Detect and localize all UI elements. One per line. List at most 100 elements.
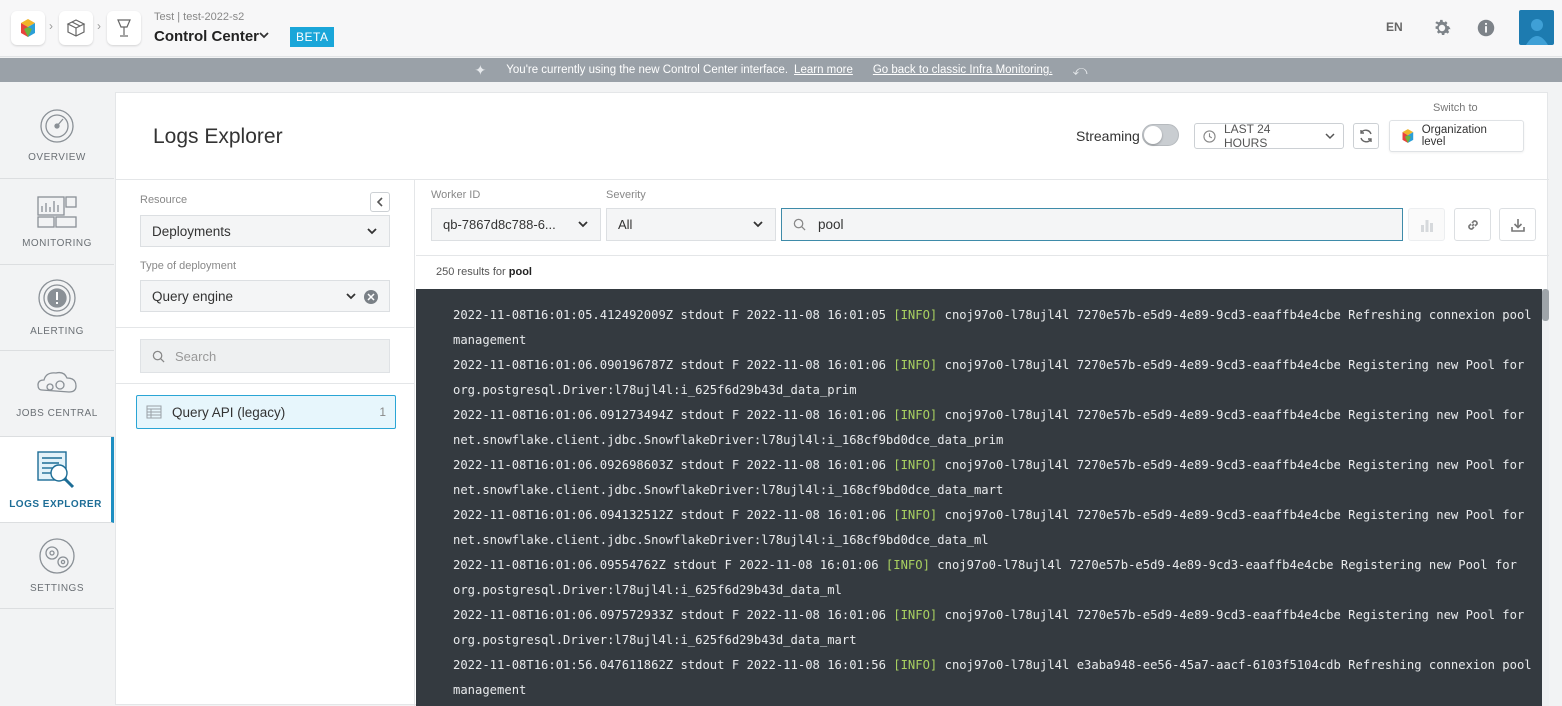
log-text: 2022-11-08T16:01:06.097572933Z stdout F … (453, 608, 894, 622)
severity-value: All (618, 217, 633, 232)
refresh-button[interactable] (1353, 123, 1379, 149)
resource-select[interactable]: Deployments (140, 215, 390, 247)
log-query-input[interactable]: pool (781, 208, 1403, 241)
classic-monitoring-link[interactable]: Go back to classic Infra Monitoring. (873, 64, 1053, 76)
scrollbar[interactable] (1542, 289, 1549, 706)
collapse-panel-button[interactable] (370, 192, 390, 212)
log-line: net.snowflake.client.jdbc.SnowflakeDrive… (453, 528, 1542, 553)
dataiku-logo-button[interactable] (11, 11, 45, 45)
log-text: net.snowflake.client.jdbc.SnowflakeDrive… (453, 483, 1004, 497)
log-viewer[interactable]: 2022-11-08T16:01:05.412492009Z stdout F … (416, 289, 1542, 706)
link-icon (1467, 219, 1478, 230)
learn-more-link[interactable]: Learn more (794, 64, 853, 76)
app-title[interactable]: Control Center (154, 28, 259, 45)
list-item[interactable]: Query API (legacy) 1 (136, 395, 396, 429)
resource-value: Deployments (152, 223, 231, 239)
streaming-label: Streaming (1076, 128, 1140, 144)
worker-id-select[interactable]: qb-7867d8c788-6... (431, 208, 601, 241)
sidebar-item-alerting[interactable]: ALERTING (0, 265, 114, 351)
project-cube-button[interactable] (59, 11, 93, 45)
copy-link-button[interactable] (1454, 208, 1491, 241)
organization-level-button[interactable]: Organization level (1389, 120, 1524, 152)
worker-id-value: qb-7867d8c788-6... (443, 217, 556, 232)
project-subtitle: Test | test-2022-s2 (154, 11, 245, 23)
chevron-down-icon[interactable] (258, 31, 270, 41)
severity-select[interactable]: All (606, 208, 776, 241)
log-query-value: pool (818, 217, 844, 232)
cube-icon (66, 19, 86, 37)
log-level: [INFO] (893, 658, 938, 672)
streaming-toggle[interactable] (1142, 124, 1179, 146)
resource-label: Resource (140, 194, 188, 206)
sidebar-item-monitoring[interactable]: MONITORING (0, 179, 114, 265)
sidebar-item-logs-explorer[interactable]: LOGS EXPLORER (0, 437, 114, 523)
breadcrumb-separator: › (97, 19, 101, 33)
log-text: management (453, 333, 527, 347)
info-icon[interactable] (1475, 17, 1497, 39)
logs-icon (36, 451, 74, 489)
top-bar: › › Test | test-2022-s2 Control Center B… (0, 0, 1562, 57)
sidebar-item-label: OVERVIEW (28, 151, 86, 163)
log-text: 2022-11-08T16:01:06.091273494Z stdout F … (453, 408, 894, 422)
search-icon (152, 350, 165, 363)
download-button[interactable] (1499, 208, 1536, 241)
log-text: 2022-11-08T16:01:05.412492009Z stdout F … (453, 308, 894, 322)
list-item-count: 1 (379, 405, 386, 419)
clock-icon (1203, 129, 1216, 143)
lamp-icon (117, 19, 131, 37)
avatar[interactable] (1519, 10, 1554, 45)
clear-icon[interactable] (364, 290, 378, 304)
control-center-button[interactable] (107, 11, 141, 45)
scrollbar-thumb[interactable] (1542, 289, 1549, 321)
deployment-type-label: Type of deployment (140, 260, 237, 272)
interface-banner: ✦ You're currently using the new Control… (0, 58, 1562, 82)
log-text: org.postgresql.Driver:l78ujl4l:i_625f6d2… (453, 633, 857, 647)
chevron-down-icon (753, 221, 763, 228)
back-arrow-icon: ⤺ (1072, 61, 1088, 78)
time-range-label: LAST 24 HOURS (1223, 122, 1271, 150)
refresh-icon (1360, 129, 1372, 143)
log-line: 2022-11-08T16:01:06.094132512Z stdout F … (453, 503, 1542, 528)
time-range-select[interactable]: LAST 24 HOURS (1194, 122, 1344, 150)
log-level: [INFO] (893, 308, 938, 322)
log-text: 2022-11-08T16:01:06.094132512Z stdout F … (453, 508, 894, 522)
log-level: [INFO] (893, 608, 938, 622)
organization-level-label: Organization level (1421, 124, 1487, 148)
log-text: cnoj97o0-l78ujl4l 7270e57b-e5d9-4e89-9cd… (937, 608, 1525, 622)
chevron-left-icon (376, 197, 383, 207)
sidebar-item-settings[interactable]: SETTINGS (0, 523, 114, 609)
banner-message: You're currently using the new Control C… (506, 64, 789, 76)
log-text: 2022-11-08T16:01:06.092698603Z stdout F … (453, 458, 894, 472)
search-input[interactable]: Search (140, 339, 390, 373)
log-text: org.postgresql.Driver:l78ujl4l:i_625f6d2… (453, 383, 857, 397)
download-icon (1510, 218, 1525, 232)
log-line: 2022-11-08T16:01:06.090196787Z stdout F … (453, 353, 1542, 378)
severity-label: Severity (606, 189, 646, 201)
divider (116, 327, 415, 328)
main-panel: Logs Explorer Streaming LAST 24 HOURS Sw… (115, 92, 1549, 706)
language-selector[interactable]: EN (1386, 20, 1403, 34)
log-text: cnoj97o0-l78ujl4l 7270e57b-e5d9-4e89-9cd… (937, 308, 1532, 322)
dataiku-logo-icon (1402, 129, 1414, 143)
log-text: net.snowflake.client.jdbc.SnowflakeDrive… (453, 533, 989, 547)
breadcrumb-separator: › (49, 19, 53, 33)
deployment-type-select[interactable]: Query engine (140, 280, 390, 312)
log-text: 2022-11-08T16:01:56.047611862Z stdout F … (453, 658, 894, 672)
log-text: cnoj97o0-l78ujl4l e3aba948-ee56-45a7-aac… (937, 658, 1532, 672)
histogram-button[interactable] (1408, 208, 1445, 241)
chevron-down-icon (1325, 133, 1335, 140)
results-count-text: 250 results for (436, 266, 506, 278)
monitor-icon (37, 196, 77, 228)
log-line: 2022-11-08T16:01:06.097572933Z stdout F … (453, 603, 1542, 628)
dataiku-logo-icon (21, 19, 35, 37)
divider (416, 255, 1549, 256)
sidebar: OVERVIEW MONITORING ALERTING JOBS CENTRA… (0, 92, 114, 609)
jobs-icon (37, 371, 77, 393)
gear-icon[interactable] (1431, 17, 1453, 39)
deployment-type-value: Query engine (152, 288, 234, 304)
log-line: 2022-11-08T16:01:05.412492009Z stdout F … (453, 303, 1542, 328)
sidebar-item-label: ALERTING (30, 326, 84, 337)
worker-id-label: Worker ID (431, 189, 481, 201)
sidebar-item-jobs-central[interactable]: JOBS CENTRAL (0, 351, 114, 437)
sidebar-item-overview[interactable]: OVERVIEW (0, 92, 114, 179)
